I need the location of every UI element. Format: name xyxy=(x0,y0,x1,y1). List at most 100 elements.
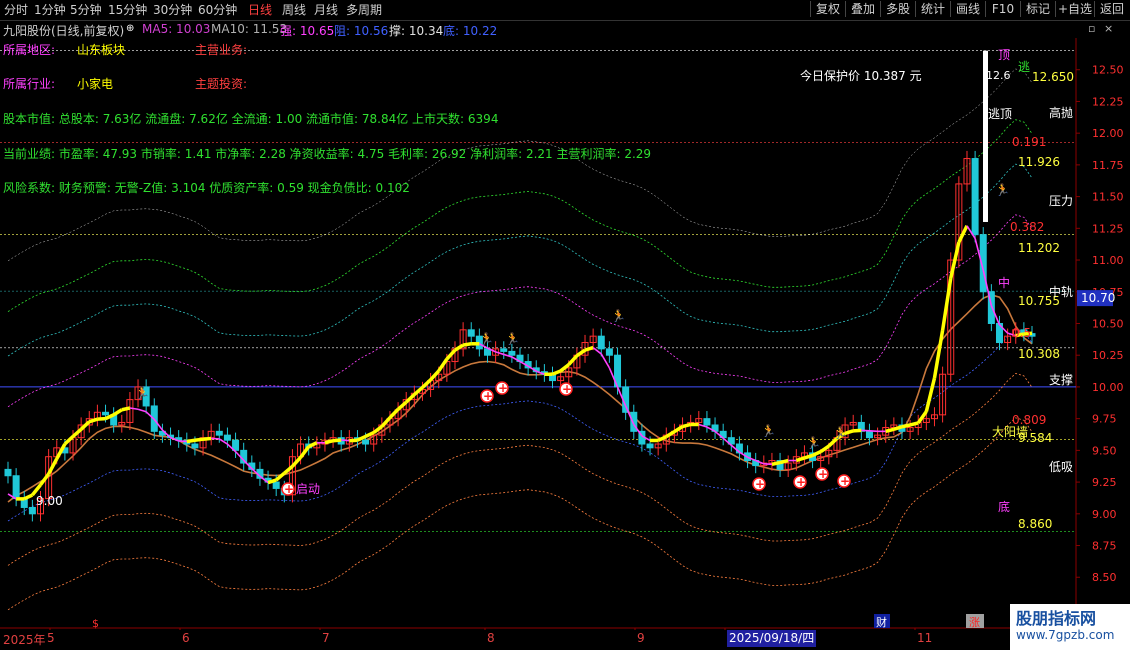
candle-body xyxy=(508,350,516,356)
candle-body xyxy=(500,348,508,352)
y-tick-label: 9.75 xyxy=(1092,413,1117,426)
ma5-segment xyxy=(88,417,98,424)
add-favorite-button[interactable]: +自选 xyxy=(1055,1,1094,17)
tab-period-30min[interactable]: 30分钟 xyxy=(153,2,192,18)
ma5-segment xyxy=(429,369,441,382)
tab-period-1min[interactable]: 1分钟 xyxy=(34,2,66,18)
runner-icon: 🏃 xyxy=(806,436,821,450)
ma5-segment xyxy=(909,421,919,427)
ma5-segment xyxy=(299,445,311,459)
y-tick-label: 11.00 xyxy=(1092,254,1124,267)
year-label: 2025年 xyxy=(3,633,46,647)
tab-period-month[interactable]: 月线 xyxy=(314,2,338,18)
ma5-segment xyxy=(112,408,123,417)
low-price-label: 9.00 xyxy=(36,494,63,508)
stats-button[interactable]: 统计 xyxy=(915,1,950,17)
candle-body xyxy=(703,418,711,426)
candle-body xyxy=(12,475,20,500)
ma5-segment xyxy=(779,458,789,465)
ma5-segment xyxy=(763,463,772,466)
ma5-segment xyxy=(437,358,449,372)
y-tick-label: 8.75 xyxy=(1092,540,1117,553)
candle-body xyxy=(971,158,979,236)
performance-line: 当前业绩: 市盈率: 47.93 市销率: 1.41 市净率: 2.28 净资收… xyxy=(3,147,652,161)
overlay-button[interactable]: 叠加 xyxy=(845,1,880,17)
candle-body xyxy=(865,430,873,439)
ma5-segment xyxy=(267,478,277,485)
region-label: 所属地区: xyxy=(3,43,56,57)
ma5-segment xyxy=(885,427,895,434)
ya-li-label: 压力 xyxy=(1049,194,1073,208)
candle-body xyxy=(362,439,370,445)
candle-body xyxy=(467,329,475,337)
y-tick-label: 10.00 xyxy=(1092,381,1124,394)
ma5-segment xyxy=(893,425,903,431)
ma5-segment xyxy=(803,453,814,460)
ma5-segment xyxy=(137,408,147,413)
candle-body xyxy=(215,430,223,436)
y-tick-label: 11.50 xyxy=(1092,191,1124,204)
tab-period-week[interactable]: 周线 xyxy=(282,2,306,18)
industry-label: 所属行业: xyxy=(3,77,56,91)
ma5-segment xyxy=(673,425,684,434)
tab-period-multi[interactable]: 多周期 xyxy=(346,2,382,18)
kline-chart[interactable]: 12.5012.2512.0011.7511.5011.2511.0010.75… xyxy=(0,0,1130,650)
ma5-segment xyxy=(291,456,302,468)
channel-band-line xyxy=(7,417,1033,611)
tab-period-60min[interactable]: 60分钟 xyxy=(198,2,237,18)
buy-signal-plus: + xyxy=(796,475,806,489)
runner-icon: 🏃 xyxy=(995,183,1010,197)
ma5-segment xyxy=(495,351,504,356)
zhi-cheng-label: 支撑 xyxy=(1049,372,1073,387)
channel-band-line xyxy=(7,372,1033,566)
current-price-tag: 10.70 xyxy=(1081,291,1115,305)
pct-top-label: 0.191 xyxy=(1012,135,1046,149)
adjust-button[interactable]: 复权 xyxy=(810,1,845,17)
ma5-segment xyxy=(178,440,187,443)
tab-period-15min[interactable]: 15分钟 xyxy=(108,2,147,18)
multi-stock-button[interactable]: 多股 xyxy=(880,1,915,17)
ma5-segment xyxy=(421,378,432,389)
collapse-icon[interactable]: ⊕ xyxy=(126,23,134,34)
buy-signal-plus: + xyxy=(818,467,828,481)
gao-pao-label: 高抛 xyxy=(1049,105,1073,120)
ma5-segment xyxy=(275,471,286,482)
ma5-segment xyxy=(307,441,318,449)
strong-value: 强: 10.65 xyxy=(280,24,335,38)
tab-period-day[interactable]: 日线 xyxy=(248,2,272,18)
ma5-segment xyxy=(388,408,400,419)
support-value: 撑: 10.34 xyxy=(389,24,444,38)
top-label: 顶 xyxy=(998,48,1010,62)
candle-body xyxy=(272,481,280,489)
industry-value: 小家电 xyxy=(77,77,114,91)
y-tick-label: 11.75 xyxy=(1092,159,1124,172)
ma5-segment xyxy=(121,406,131,412)
marker-cai: 财 xyxy=(876,615,887,629)
back-button[interactable]: 返回 xyxy=(1094,1,1129,17)
ma5-segment xyxy=(454,343,465,352)
panel-settings-icon[interactable]: ▫ xyxy=(1088,22,1095,35)
panel-close-icon[interactable]: × xyxy=(1104,22,1113,35)
peak-left-label: 12.6 xyxy=(986,69,1011,82)
tab-period-fenshi[interactable]: 分时 xyxy=(4,2,28,18)
pct-mid-label: 0.382 xyxy=(1010,220,1044,234)
runner-icon: 🏃 xyxy=(479,332,494,346)
flee-label: 逃 xyxy=(1018,60,1030,74)
business-label: 主营业务: xyxy=(195,43,248,57)
buy-signal-plus: + xyxy=(498,381,508,395)
capital-line: 股本市值: 总股本: 7.63亿 流通盘: 7.62亿 全流通: 1.00 流通… xyxy=(3,112,499,126)
protect-price-label: 今日保护价 10.387 元 xyxy=(800,68,922,83)
f10-button[interactable]: F10 xyxy=(985,1,1020,17)
tab-period-5min[interactable]: 5分钟 xyxy=(70,2,102,18)
channel-band-line xyxy=(7,68,1033,262)
region-value: 山东板块 xyxy=(77,43,126,57)
mark-button[interactable]: 标记 xyxy=(1020,1,1055,17)
draw-button[interactable]: 画线 xyxy=(950,1,985,17)
ma5-segment xyxy=(349,438,358,443)
risk-line: 风险系数: 财务预警: 无警-Z值: 3.104 优质资产率: 0.59 现金负… xyxy=(3,181,410,195)
ma5-segment xyxy=(63,435,75,446)
y-tick-label: 10.25 xyxy=(1092,349,1124,362)
ma5-segment xyxy=(795,456,805,463)
ma5-segment xyxy=(194,437,204,442)
candle-body xyxy=(605,348,613,356)
